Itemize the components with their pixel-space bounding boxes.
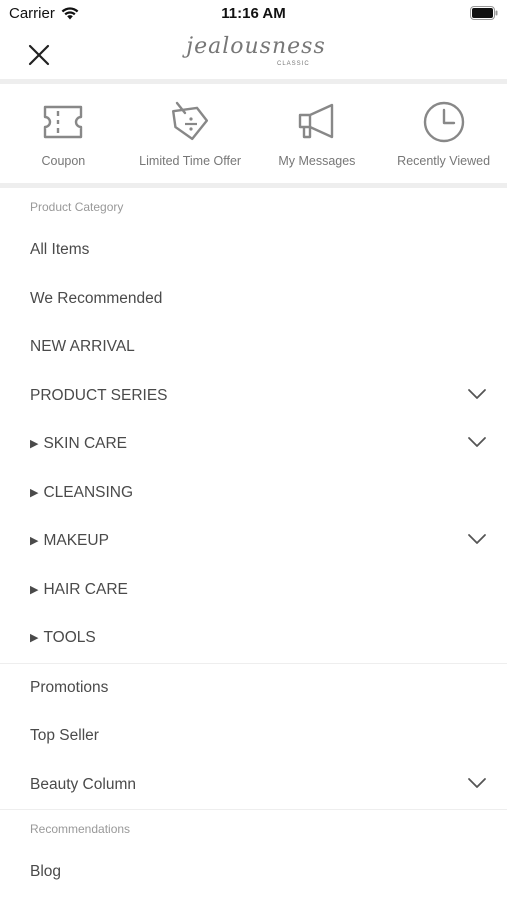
triangle-right-icon: ▶ <box>30 632 39 644</box>
megaphone-icon <box>298 103 334 139</box>
menu-item-label: CLEANSING <box>43 483 134 501</box>
quick-link-label: Limited Time Offer <box>139 154 242 168</box>
quick-link-label: Coupon <box>41 154 86 168</box>
menu-item-label: We Recommended <box>30 289 163 307</box>
quick-link-recently-viewed[interactable]: Recently Viewed <box>380 85 507 183</box>
status-time: 11:16 AM <box>221 5 286 22</box>
triangle-right-icon: ▶ <box>30 438 39 450</box>
menu-item-skin-care[interactable]: ▶ SKIN CARE <box>0 420 507 469</box>
menu-item-blog[interactable]: Blog <box>0 848 507 897</box>
header: jealousness CLASSIC <box>0 28 507 80</box>
quick-link-my-messages[interactable]: My Messages <box>254 85 381 183</box>
quick-link-label: My Messages <box>278 154 356 168</box>
close-button[interactable] <box>24 40 54 70</box>
battery-icon <box>470 6 498 20</box>
menu-item-hair-care[interactable]: ▶ HAIR CARE <box>0 566 507 615</box>
menu-item-product-series[interactable]: PRODUCT SERIES <box>0 372 507 421</box>
quick-link-label: Recently Viewed <box>397 154 491 168</box>
clock-icon <box>423 101 464 143</box>
menu-item-label: Promotions <box>30 678 109 696</box>
menu-item-top-seller[interactable]: Top Seller <box>0 712 507 761</box>
price-tag-icon <box>172 101 209 141</box>
menu-item-label: SKIN CARE <box>43 435 128 452</box>
status-bar: Carrier 11:16 AM <box>0 0 507 28</box>
logo-wordmark: jealousness <box>186 34 326 59</box>
chevron-down-icon[interactable] <box>467 436 487 448</box>
section-title-product-category: Product Category <box>30 200 124 214</box>
chevron-down-icon[interactable] <box>467 777 487 789</box>
quick-link-limited-time-offer[interactable]: Limited Time Offer <box>127 85 254 183</box>
menu-item-label: Top Seller <box>30 727 99 744</box>
triangle-right-icon: ▶ <box>30 486 39 499</box>
menu-item-label: PRODUCT SERIES <box>30 386 168 404</box>
quick-links: Coupon Limited Time Offer My Messages Re… <box>0 85 507 183</box>
menu-item-beauty-column[interactable]: Beauty Column <box>0 761 507 810</box>
chevron-down-icon[interactable] <box>467 533 487 545</box>
menu-item-label: All Items <box>30 241 90 258</box>
menu-item-label: MAKEUP <box>43 532 109 549</box>
menu-item-label: HAIR CARE <box>43 580 128 598</box>
quick-link-coupon[interactable]: Coupon <box>0 85 127 183</box>
menu-item-label: Blog <box>30 863 62 880</box>
menu-item-all-items[interactable]: All Items <box>0 226 507 275</box>
menu-item-cleansing[interactable]: ▶ CLEANSING <box>0 469 507 518</box>
menu-item-label: TOOLS <box>43 629 96 646</box>
menu-item-label: Beauty Column <box>30 775 136 793</box>
chevron-down-icon[interactable] <box>467 388 487 400</box>
menu-item-tools[interactable]: ▶ TOOLS <box>0 614 507 663</box>
menu-item-label: NEW ARRIVAL <box>30 338 135 355</box>
menu-item-promotions[interactable]: Promotions <box>0 664 507 713</box>
menu-item-we-recommended[interactable]: We Recommended <box>0 275 507 324</box>
coupon-icon <box>44 105 83 139</box>
menu-item-new-arrival[interactable]: NEW ARRIVAL <box>0 323 507 372</box>
category-menu: Product Category All Items We Recommende… <box>0 188 507 897</box>
section-title-recommendations: Recommendations <box>30 822 131 836</box>
brand-logo[interactable]: jealousness CLASSIC <box>186 34 326 74</box>
triangle-right-icon: ▶ <box>30 583 39 596</box>
logo-subtitle: CLASSIC <box>277 61 310 67</box>
menu-item-makeup[interactable]: ▶ MAKEUP <box>0 517 507 566</box>
divider <box>0 79 507 84</box>
triangle-right-icon: ▶ <box>30 535 39 547</box>
close-icon <box>28 44 50 66</box>
